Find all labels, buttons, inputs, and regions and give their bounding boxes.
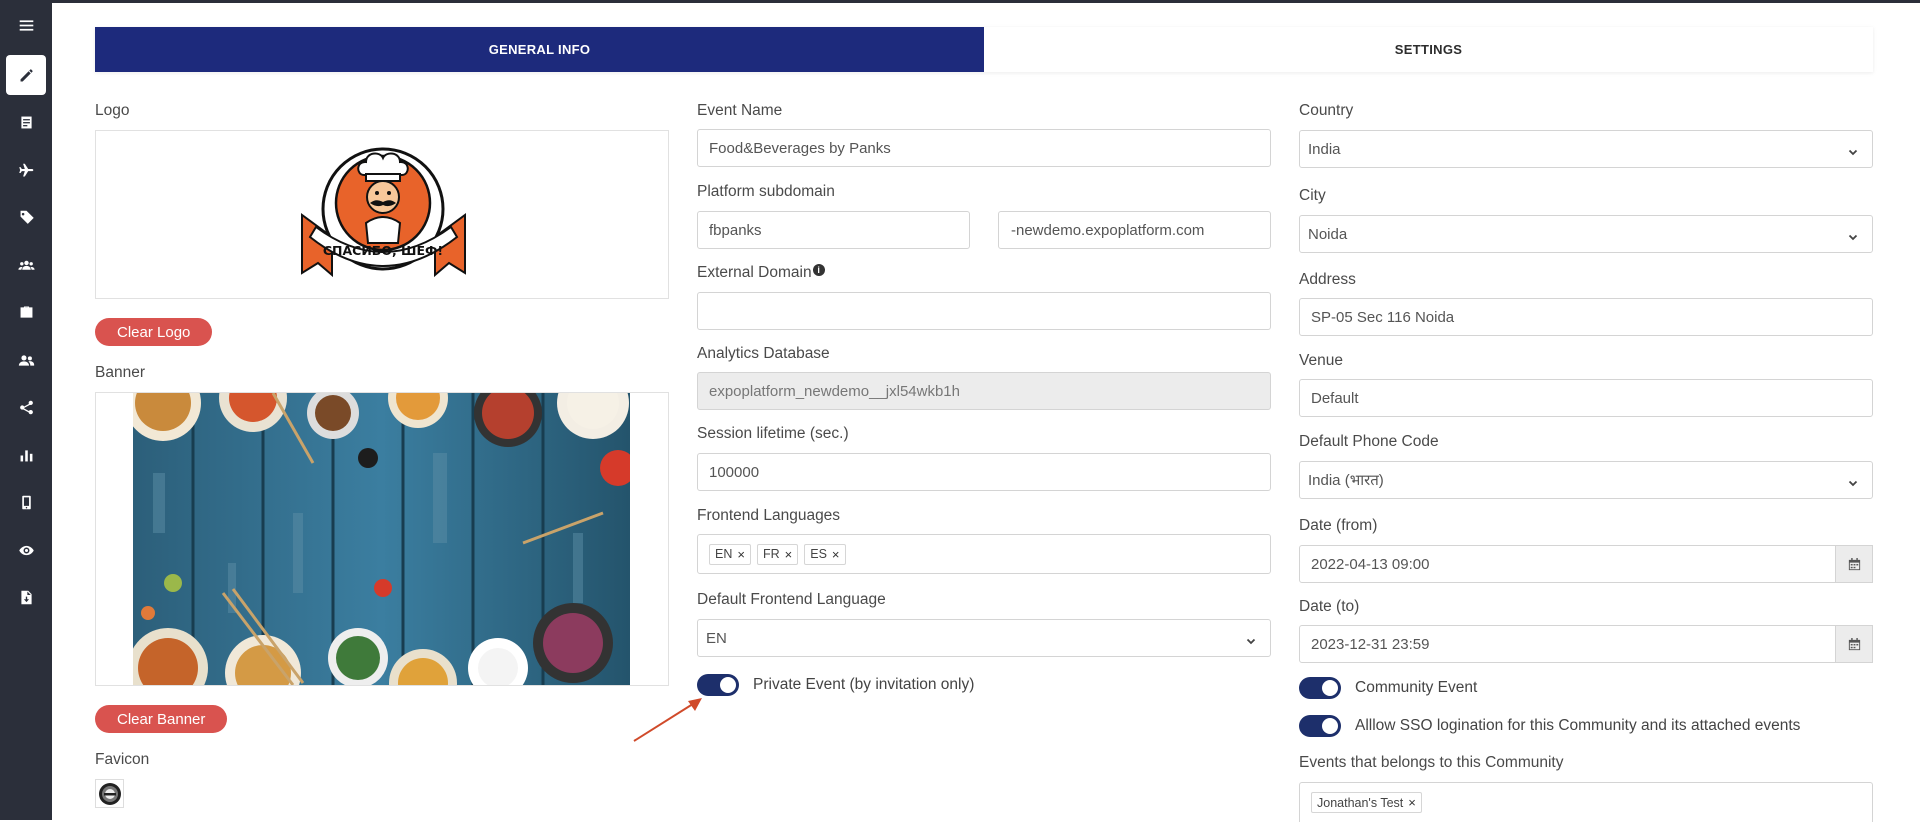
toggle-knob [720,677,736,693]
clear-banner-button[interactable]: Clear Banner [95,705,228,733]
external-domain-input[interactable] [697,292,1271,330]
favicon-preview[interactable] [95,779,124,808]
city-label: City [1299,187,1326,204]
remove-chip-icon[interactable]: × [785,547,793,562]
tab-settings[interactable]: SETTINGS [984,27,1873,72]
list-icon[interactable] [6,102,46,142]
file-export-icon[interactable] [6,577,46,617]
chevron-down-icon [1848,144,1858,156]
mobile-icon[interactable] [6,482,46,522]
default-language-value: EN [706,629,727,647]
chevron-down-icon [1246,633,1256,645]
date-to-input[interactable]: 2023-12-31 23:59 [1299,625,1836,663]
community-event-toggle[interactable] [1299,677,1341,699]
language-chip: ES × [804,543,846,565]
language-chip-label: ES [810,547,827,561]
calendar-icon [1848,557,1860,570]
external-domain-label-text: External Domain [697,264,812,281]
banner-label: Banner [95,364,145,381]
community-event-label: Community Event [1355,679,1478,696]
community-events-input[interactable]: Jonathan's Test × [1299,782,1873,822]
address-label: Address [1299,271,1356,288]
default-language-select[interactable]: EN [697,619,1271,657]
eye-icon[interactable] [6,530,46,570]
date-to-calendar-button[interactable] [1836,625,1873,663]
date-from-input[interactable]: 2022-04-13 09:00 [1299,545,1836,583]
date-to-label: Date (to) [1299,598,1360,615]
analytics-db-field: expoplatform_newdemo__jxl54wkb1h [697,372,1271,410]
external-domain-label: External Domain i [697,264,825,282]
toggle-knob [1322,680,1338,696]
favicon-image [98,782,121,805]
logo-text: СПАСИБО, ШЕФ! [323,243,443,258]
users-icon[interactable] [6,245,46,285]
sso-toggle[interactable] [1299,715,1341,737]
date-from-label: Date (from) [1299,517,1378,534]
phone-code-value: India (भारत) [1308,472,1384,489]
event-name-label: Event Name [697,102,783,119]
logo-panel[interactable]: СПАСИБО, ШЕФ! [95,130,669,299]
city-select[interactable]: Noida [1299,215,1873,253]
language-chip: EN × [709,543,751,565]
session-lifetime-label: Session lifetime (sec.) [697,425,849,442]
top-bar [52,0,1920,3]
city-value: Noida [1308,225,1348,243]
venue-label: Venue [1299,352,1343,369]
event-name-input[interactable]: Food&Beverages by Panks [697,129,1271,167]
remove-chip-icon[interactable]: × [737,547,745,562]
remove-chip-icon[interactable]: × [832,547,840,562]
favicon-label: Favicon [95,751,150,768]
info-icon[interactable]: i [812,264,825,276]
date-from-calendar-button[interactable] [1836,545,1873,583]
analytics-db-label: Analytics Database [697,345,830,362]
private-event-label: Private Event (by invitation only) [753,676,975,693]
subdomain-label: Platform subdomain [697,183,835,200]
logo-image: СПАСИБО, ШЕФ! [301,147,466,278]
bar-chart-icon[interactable] [6,435,46,475]
country-value: India [1308,140,1341,158]
country-select[interactable]: India [1299,130,1873,168]
toggle-knob [1322,718,1338,734]
community-events-label: Events that belongs to this Community [1299,754,1564,771]
pencil-icon[interactable] [6,55,46,95]
frontend-languages-input[interactable]: EN × FR × ES × [697,534,1271,574]
phone-code-label: Default Phone Code [1299,433,1439,450]
remove-chip-icon[interactable]: × [1408,795,1416,810]
language-chip-label: FR [762,547,780,561]
chevron-down-icon [1848,475,1858,487]
language-chip-label: EN [715,547,733,561]
plane-icon[interactable] [6,150,46,190]
venue-input[interactable]: Default [1299,379,1873,417]
briefcase-icon[interactable] [6,292,46,332]
country-label: Country [1299,102,1354,119]
chevron-down-icon [1848,229,1858,241]
address-input[interactable]: SP-05 Sec 116 Noida [1299,298,1873,336]
subdomain-input[interactable]: fbpanks [697,211,970,249]
menu-icon[interactable] [6,5,46,45]
tab-general-info[interactable]: GENERAL INFO [95,27,984,72]
calendar-icon [1848,637,1860,650]
banner-image [133,393,630,685]
phone-code-select[interactable]: India (भारत) [1299,461,1873,499]
annotation-arrow-icon [633,698,702,742]
sidebar [0,0,52,820]
event-chip: Jonathan's Test × [1311,792,1422,813]
tab-bar: GENERAL INFO SETTINGS [95,27,1873,72]
clear-logo-button[interactable]: Clear Logo [95,318,213,346]
default-language-label: Default Frontend Language [697,591,886,608]
banner-panel[interactable] [95,392,669,686]
language-chip: FR × [756,543,799,565]
logo-label: Logo [95,102,130,119]
session-lifetime-input[interactable]: 100000 [697,453,1271,491]
user-group-icon[interactable] [6,340,46,380]
frontend-languages-label: Frontend Languages [697,507,841,524]
event-chip-label: Jonathan's Test [1317,795,1404,810]
subdomain-suffix-field: -newdemo.expoplatform.com [998,211,1271,249]
sso-label: Alllow SSO logination for this Community… [1355,717,1801,734]
share-icon[interactable] [6,387,46,427]
tag-icon[interactable] [6,197,46,237]
